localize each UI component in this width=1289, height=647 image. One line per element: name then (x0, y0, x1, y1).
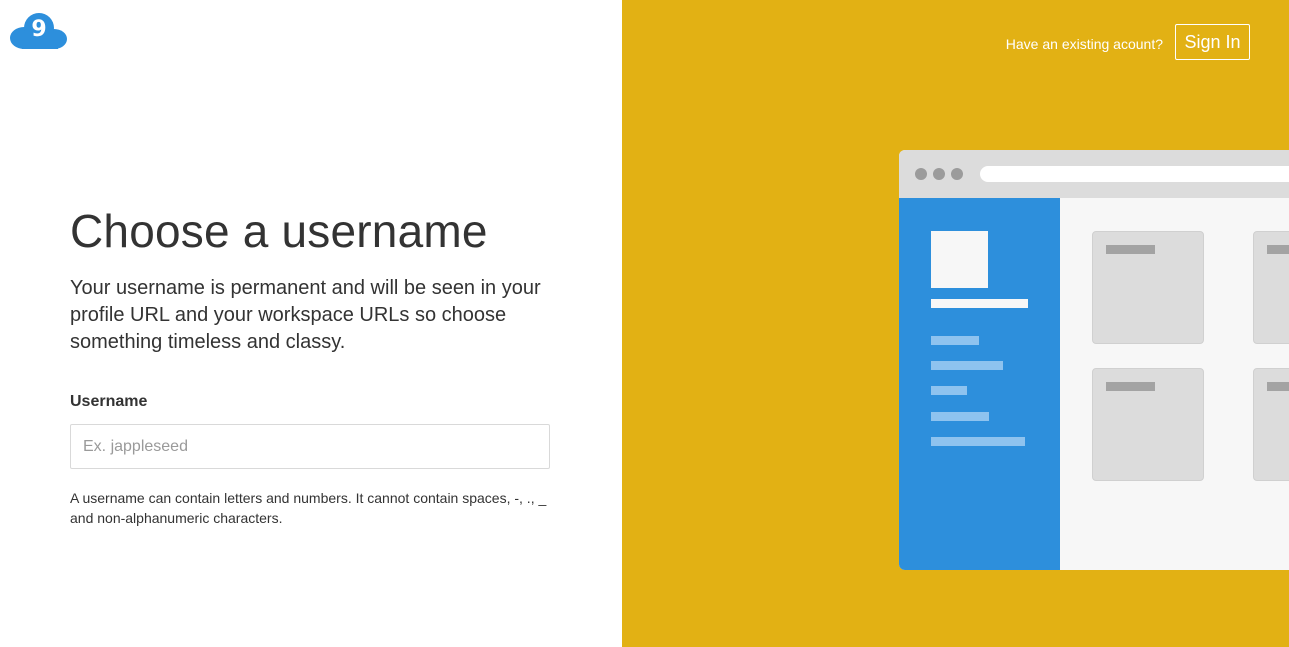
intro-text: Your username is permanent and will be s… (70, 277, 541, 353)
window-dot-icon (915, 168, 927, 180)
card-title-placeholder (1267, 382, 1289, 391)
username-label: Username (70, 393, 148, 410)
signup-page: 9 Choose a username Your username is per… (0, 0, 1289, 647)
card-title-placeholder (1106, 245, 1155, 254)
username-form: Choose a username Your username is perma… (70, 205, 550, 528)
existing-account-text: Have an existing acount? (1005, 36, 1163, 52)
username-input[interactable] (70, 424, 550, 469)
sidebar-line (931, 361, 1003, 370)
card-title-placeholder (1106, 382, 1155, 391)
sign-in-button[interactable]: Sign In (1175, 24, 1250, 60)
sidebar-line (931, 336, 979, 345)
sidebar-line (931, 437, 1025, 446)
browser-illustration (899, 150, 1289, 570)
workspace-card (1253, 368, 1289, 481)
username-hint: A username can contain letters and numbe… (70, 490, 547, 526)
workspace-card (1092, 368, 1204, 481)
window-dot-icon (933, 168, 945, 180)
sidebar-line (931, 412, 989, 421)
window-dot-icon (951, 168, 963, 180)
avatar-placeholder (931, 231, 988, 288)
browser-toolbar (899, 150, 1289, 198)
logo-glyph: 9 (31, 17, 46, 42)
address-bar (980, 166, 1289, 182)
page-title: Choose a username (70, 205, 488, 257)
workspace-card (1092, 231, 1204, 344)
left-panel: 9 Choose a username Your username is per… (0, 0, 622, 647)
workspace-card (1253, 231, 1289, 344)
right-panel: Have an existing acount? Sign In (622, 0, 1289, 647)
illustration-sidebar (899, 198, 1060, 570)
name-placeholder (931, 299, 1028, 308)
card-title-placeholder (1267, 245, 1289, 254)
cloud-nine-logo-icon[interactable]: 9 (10, 12, 68, 50)
sidebar-line (931, 386, 967, 395)
cloud-logo-svg: 9 (10, 13, 67, 49)
